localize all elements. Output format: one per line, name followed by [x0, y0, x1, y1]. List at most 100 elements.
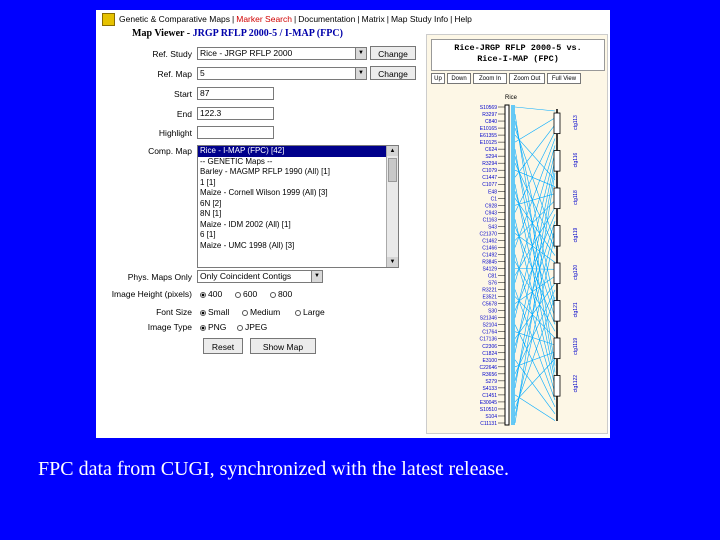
- radio-option-large[interactable]: Large: [295, 307, 325, 317]
- marker-label: R3294: [482, 161, 497, 167]
- nav-item-maps[interactable]: Genetic & Comparative Maps: [119, 14, 230, 24]
- marker-label: C928: [485, 203, 497, 209]
- correspondence-line: [514, 296, 556, 410]
- nav-item-marker-search[interactable]: Marker Search: [236, 14, 292, 24]
- ref-map-select[interactable]: 5 ▼: [197, 67, 367, 80]
- marker-label: S4133: [483, 386, 498, 392]
- map-down-button[interactable]: Down: [447, 73, 471, 84]
- radio-button-icon[interactable]: [237, 324, 243, 331]
- correspondence-line: [514, 117, 556, 143]
- marker-label: S2104: [483, 323, 498, 329]
- marker-label: E61355: [480, 133, 497, 139]
- map-full-view-button[interactable]: Full View: [547, 73, 581, 84]
- correspondence-line: [514, 227, 556, 381]
- ref-map-change-button[interactable]: Change: [370, 66, 416, 80]
- marker-label: C1466: [482, 245, 497, 251]
- scroll-down-icon[interactable]: ▼: [387, 257, 398, 267]
- comp-map-option[interactable]: Maize - UMC 1998 (All) [3]: [198, 241, 386, 252]
- phys-maps-label: Phys. Maps Only: [127, 272, 192, 282]
- marker-label: S279: [485, 379, 497, 385]
- marker-label: C1824: [482, 351, 497, 357]
- radio-option-jpeg[interactable]: JPEG: [237, 322, 267, 332]
- marker-label: C81: [488, 274, 497, 280]
- radio-button-icon[interactable]: [200, 324, 206, 331]
- comp-map-option[interactable]: 6 [1]: [198, 230, 386, 241]
- contig-label: ctg121: [573, 302, 579, 317]
- contig-block: [553, 262, 561, 285]
- end-input[interactable]: 122.3: [197, 107, 274, 120]
- comp-map-listbox[interactable]: Rice - I-MAP (FPC) [42] -- GENETIC Maps -…: [197, 145, 399, 268]
- marker-label: C17136: [479, 337, 497, 343]
- comp-map-option[interactable]: Barley - MAGMP RFLP 1990 (All) [1]: [198, 167, 386, 178]
- correspondence-line: [514, 127, 556, 242]
- comp-map-option[interactable]: Maize - Cornell Wilson 1999 (All) [3]: [198, 188, 386, 199]
- marker-label: C1764: [482, 330, 497, 336]
- correspondence-line: [514, 134, 556, 181]
- nav-item-map-study-info[interactable]: Map Study Info: [391, 14, 448, 24]
- marker-label: R3656: [482, 372, 497, 378]
- page-title: Map Viewer - JRGP RFLP 2000-5 / I-MAP (F…: [132, 28, 343, 39]
- marker-label: C1: [491, 196, 498, 202]
- radio-button-icon[interactable]: [295, 309, 301, 316]
- marker-label: E30045: [480, 400, 497, 406]
- contig-label: ctg120: [573, 265, 579, 280]
- ref-study-change-button[interactable]: Change: [370, 46, 416, 60]
- marker-label: C840: [485, 119, 497, 125]
- correspondence-line: [514, 138, 556, 248]
- image-height-label: Image Height (pixels): [111, 289, 192, 299]
- correspondence-line: [514, 106, 556, 112]
- marker-label: E10125: [480, 140, 497, 146]
- contig-block: [553, 225, 561, 247]
- scroll-up-icon[interactable]: ▲: [387, 146, 398, 156]
- ref-study-select[interactable]: Rice - JRGP RFLP 2000 ▼: [197, 47, 367, 60]
- contig-label: ctg1119: [573, 338, 579, 355]
- radio-option-600[interactable]: 600: [235, 289, 257, 299]
- radio-option-400[interactable]: 400: [200, 289, 222, 299]
- radio-button-icon[interactable]: [200, 309, 206, 316]
- phys-maps-select[interactable]: Only Coincident Contigs ▼: [197, 270, 323, 283]
- reset-button[interactable]: Reset: [203, 338, 243, 354]
- comp-map-option[interactable]: 6N [2]: [198, 199, 386, 210]
- show-map-button[interactable]: Show Map: [250, 338, 316, 354]
- comp-map-option[interactable]: Maize - IDM 2002 (All) [1]: [198, 220, 386, 231]
- listbox-scrollbar[interactable]: ▲ ▼: [386, 146, 398, 267]
- contig-block: [553, 300, 561, 322]
- start-input[interactable]: 87: [197, 87, 274, 100]
- map-up-button[interactable]: Up: [431, 73, 445, 84]
- ref-study-label: Ref. Study: [152, 49, 192, 59]
- end-label: End: [176, 109, 192, 119]
- map-zoom-in-button[interactable]: Zoom In: [473, 73, 507, 84]
- radio-option-800[interactable]: 800: [270, 289, 292, 299]
- radio-label: PNG: [208, 322, 227, 332]
- correspondence-line: [514, 394, 556, 421]
- contig-label: ctg113: [573, 115, 579, 130]
- radio-option-medium[interactable]: Medium: [242, 307, 280, 317]
- marker-label: C5678: [482, 302, 497, 308]
- nav-item-help[interactable]: Help: [454, 14, 471, 24]
- marker-label: E3100: [483, 358, 498, 364]
- contig-block: [553, 187, 561, 210]
- scroll-thumb[interactable]: [388, 158, 397, 182]
- start-label: Start: [174, 89, 192, 99]
- radio-button-icon[interactable]: [235, 291, 241, 298]
- radio-option-png[interactable]: PNG: [200, 322, 226, 332]
- comp-map-option[interactable]: -- GENETIC Maps --: [198, 157, 386, 168]
- correspondence-line: [514, 268, 556, 270]
- comparative-map-graphic[interactable]: Rice S10569R3297C840E10165E61355E10125C6…: [427, 89, 607, 433]
- radio-button-icon[interactable]: [242, 309, 248, 316]
- comp-map-option[interactable]: Rice - I-MAP (FPC) [42]: [198, 146, 386, 157]
- highlight-label: Highlight: [158, 128, 192, 138]
- comp-map-option[interactable]: 8N [1]: [198, 209, 386, 220]
- radio-option-small[interactable]: Small: [200, 307, 229, 317]
- map-header-line-1: Rice-JRGP RFLP 2000-5 vs.: [454, 43, 582, 53]
- nav-item-matrix[interactable]: Matrix: [362, 14, 385, 24]
- contig-block: [553, 112, 561, 135]
- highlight-input[interactable]: [197, 126, 274, 139]
- comp-map-option[interactable]: 1 [1]: [198, 178, 386, 189]
- radio-button-icon[interactable]: [200, 291, 206, 298]
- contig-block: [553, 337, 561, 360]
- map-zoom-out-button[interactable]: Zoom Out: [509, 73, 545, 84]
- map-header: Rice-JRGP RFLP 2000-5 vs. Rice-I-MAP (FP…: [431, 39, 605, 71]
- radio-button-icon[interactable]: [270, 291, 276, 298]
- nav-item-documentation[interactable]: Documentation: [298, 14, 355, 24]
